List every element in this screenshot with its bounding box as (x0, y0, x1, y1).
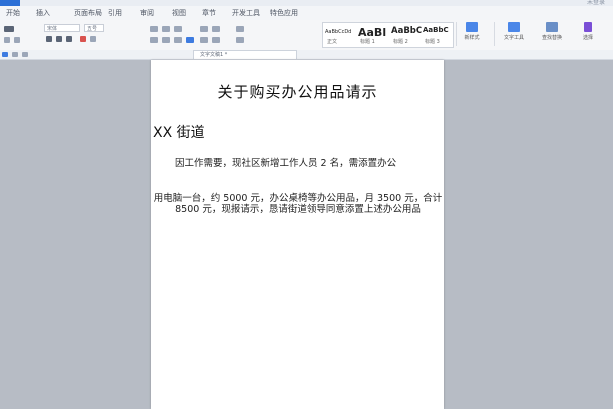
text-tools-icon (508, 22, 520, 32)
underline-icon[interactable] (66, 36, 72, 42)
tab-page-layout[interactable]: 页面布局 (74, 8, 102, 18)
document-addressee: XX 街道 (153, 125, 205, 141)
styles-gallery: AaBbCcDd 正文 AaBl 标题 1 AaBbC 标题 2 AaBbC 标… (322, 22, 454, 48)
numbering-icon[interactable] (162, 26, 170, 32)
find-replace-button[interactable]: 查找替换 (540, 22, 564, 41)
tab-special[interactable]: 特色应用 (270, 8, 298, 18)
bold-icon[interactable] (46, 36, 52, 42)
new-style-button[interactable]: 新样式 (460, 22, 484, 41)
tab-home[interactable]: 开始 (6, 8, 20, 18)
redo-icon[interactable] (22, 52, 28, 57)
tab-chapter[interactable]: 章节 (202, 8, 216, 18)
document-page[interactable]: 关于购买办公用品请示 XX 街道 因工作需要，现社区新增工作人员 2 名，需添置… (151, 60, 444, 409)
select-icon (584, 22, 592, 32)
align-left-icon[interactable] (150, 37, 158, 43)
cut-icon[interactable] (4, 37, 10, 43)
ribbon-tabs: 开始 插入 页面布局 引用 审阅 视图 章节 开发工具 特色应用 (0, 6, 613, 21)
tab-developer[interactable]: 开发工具 (232, 8, 260, 18)
align-right-icon[interactable] (174, 37, 182, 43)
style-heading-3[interactable]: AaBbC 标题 3 (423, 25, 451, 45)
style-heading-1[interactable]: AaBl 标题 1 (358, 25, 390, 45)
new-style-icon (466, 22, 478, 32)
show-marks-icon[interactable] (236, 26, 244, 32)
paste-icon[interactable] (4, 26, 14, 32)
font-size-select[interactable]: 五号 (84, 24, 104, 32)
quick-access-bar (0, 50, 613, 60)
copy-icon[interactable] (14, 37, 20, 43)
style-heading-2[interactable]: AaBbC 标题 2 (391, 25, 423, 45)
document-title: 关于购买办公用品请示 (217, 83, 378, 101)
font-color-icon[interactable] (80, 36, 86, 42)
italic-icon[interactable] (56, 36, 62, 42)
bullets-icon[interactable] (150, 26, 158, 32)
justify-icon[interactable] (186, 37, 194, 43)
tab-review[interactable]: 审阅 (140, 8, 154, 18)
indent-icon[interactable] (174, 26, 182, 32)
line-spacing-icon[interactable] (200, 26, 208, 32)
tab-view[interactable]: 视图 (172, 8, 186, 18)
sort-icon[interactable] (212, 26, 220, 32)
ribbon-divider (456, 22, 457, 46)
undo-icon[interactable] (12, 52, 18, 57)
select-button[interactable]: 选择 (576, 22, 600, 41)
document-tab[interactable]: 文字文稿1 * (193, 50, 297, 59)
document-paragraph-1: 因工作需要，现社区新增工作人员 2 名，需添置办公 (175, 158, 397, 169)
tab-insert[interactable]: 插入 (36, 8, 50, 18)
align-center-icon[interactable] (162, 37, 170, 43)
highlight-icon[interactable] (90, 36, 96, 42)
find-replace-icon (546, 22, 558, 32)
borders-icon[interactable] (200, 37, 208, 43)
shading-icon[interactable] (212, 37, 220, 43)
font-name-select[interactable]: 宋体 (44, 24, 80, 32)
style-normal[interactable]: AaBbCcDd 正文 (325, 25, 357, 45)
table-icon[interactable] (236, 37, 244, 43)
save-icon[interactable] (2, 52, 8, 57)
ribbon-divider (494, 22, 495, 46)
tab-references[interactable]: 引用 (108, 8, 122, 18)
text-tools-button[interactable]: 文字工具 (502, 22, 526, 41)
document-paragraph-2: 用电脑一台，约 5000 元，办公桌椅等办公用品，月 3500 元，合计 850… (153, 193, 443, 215)
